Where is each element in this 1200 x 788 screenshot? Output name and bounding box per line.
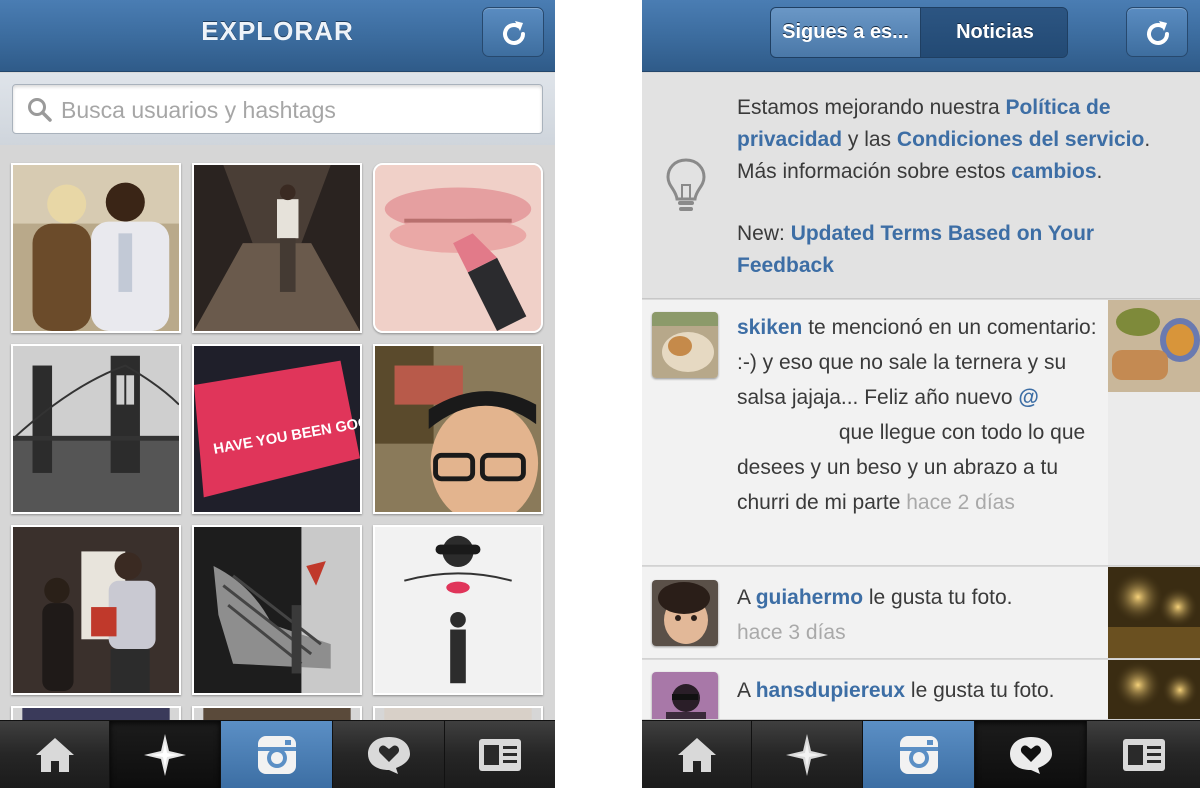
explore-star-icon (144, 734, 186, 776)
tab-explore[interactable] (110, 721, 221, 788)
post-thumbnail[interactable] (1108, 660, 1200, 719)
page-title: EXPLORAR (201, 16, 354, 46)
tab-home[interactable] (642, 721, 752, 788)
notice-new-terms: New: Updated Terms Based on Your Feedbac… (737, 218, 1182, 282)
username-link[interactable]: hansdupiereux (756, 679, 905, 702)
photo-high-heel[interactable] (192, 525, 362, 695)
news-segmented-control: Sigues a es... Noticias (770, 7, 1068, 58)
tab-explore[interactable] (752, 721, 863, 788)
profile-card-icon (479, 739, 521, 771)
news-header: Sigues a es... Noticias (642, 0, 1200, 72)
notice-text-part: . (1096, 160, 1103, 183)
avatar[interactable] (652, 312, 718, 378)
tab-news[interactable] (333, 721, 445, 788)
username-link[interactable]: skiken (737, 316, 802, 339)
list-item[interactable]: A guiahermo le gusta tu foto. hace 3 días (642, 567, 1200, 659)
notification-prefix: A (737, 679, 756, 702)
post-thumbnail[interactable] (1108, 567, 1200, 658)
news-screen: Sigues a es... Noticias Estamos mejorand… (642, 0, 1200, 788)
updated-terms-link[interactable]: Updated Terms Based on Your Feedback (737, 222, 1094, 277)
tab-camera[interactable] (863, 721, 975, 788)
news-heart-bubble-icon (367, 737, 410, 774)
profile-card-icon (1122, 739, 1165, 771)
photo-card[interactable]: HAVE YOU BEEN GOOD THIS YEAR? (192, 344, 362, 514)
timestamp: hace 3 días (737, 621, 846, 644)
search-placeholder: Busca usuarios y hashtags (61, 97, 336, 123)
changes-link[interactable]: cambios (1011, 160, 1096, 183)
notification-body: le gusta tu foto. (905, 679, 1055, 702)
photo-lips-lipstick[interactable] (373, 163, 543, 333)
tab-bar (0, 720, 555, 788)
avatar[interactable] (652, 580, 718, 646)
explore-photo-grid: HAVE YOU BEEN GOOD THIS YEAR? (0, 145, 555, 736)
photo-brooklyn-bridge[interactable] (11, 344, 181, 514)
notice-text-part: Estamos mejorando nuestra (737, 96, 1006, 119)
photo-corridor[interactable] (192, 163, 362, 333)
explore-screen: EXPLORAR Busca usuarios y hashtags (0, 0, 555, 788)
lightbulb-icon (666, 158, 706, 211)
tab-bar (642, 720, 1200, 788)
timestamp: hace 2 días (906, 491, 1015, 514)
terms-of-service-link[interactable]: Condiciones del servicio (897, 128, 1144, 151)
notice-new-prefix: New: (737, 222, 791, 245)
tab-news-you[interactable]: Noticias (921, 8, 1067, 57)
refresh-icon (1147, 21, 1169, 45)
list-item[interactable]: A hansdupiereux le gusta tu foto. (642, 660, 1200, 720)
explore-header: EXPLORAR (0, 0, 555, 72)
notice-text-part: y las (842, 128, 897, 151)
camera-icon (257, 736, 296, 774)
home-icon (677, 738, 716, 772)
notification-text: skiken te mencionó en un comentario: :-)… (737, 310, 1097, 520)
tab-profile[interactable] (1087, 721, 1200, 788)
notification-prefix: A (737, 586, 756, 609)
list-item[interactable]: skiken te mencionó en un comentario: :-)… (642, 300, 1200, 566)
photo-mirror-selfie[interactable] (11, 525, 181, 695)
tab-camera[interactable] (221, 721, 333, 788)
search-icon (28, 98, 52, 122)
notice-text: Estamos mejorando nuestra Política de pr… (737, 92, 1182, 188)
photo-couple[interactable] (11, 163, 181, 333)
notification-text: A guiahermo le gusta tu foto. hace 3 días (737, 580, 1097, 650)
search-bar: Busca usuarios y hashtags (0, 73, 555, 145)
post-thumbnail[interactable] (1108, 300, 1200, 392)
avatar[interactable] (652, 672, 718, 719)
photo-fashion-sketch[interactable] (373, 525, 543, 695)
camera-icon (899, 736, 938, 774)
username-link[interactable]: guiahermo (756, 586, 863, 609)
notification-text: A hansdupiereux le gusta tu foto. (737, 673, 1097, 708)
privacy-notice: Estamos mejorando nuestra Política de pr… (642, 73, 1200, 299)
thumbnail-column (1108, 392, 1200, 565)
tab-news[interactable] (975, 721, 1087, 788)
mention-link[interactable]: @ (1018, 386, 1038, 409)
news-heart-bubble-icon (1009, 737, 1052, 774)
home-icon (35, 738, 74, 772)
refresh-button[interactable] (482, 7, 544, 57)
notification-body: le gusta tu foto. (863, 586, 1013, 609)
tab-profile[interactable] (445, 721, 555, 788)
explore-star-icon (786, 734, 828, 776)
photo-selfie-glasses[interactable] (373, 344, 543, 514)
refresh-icon (503, 21, 525, 45)
search-input[interactable]: Busca usuarios y hashtags (12, 84, 543, 134)
tab-following[interactable]: Sigues a es... (771, 8, 921, 57)
tab-home[interactable] (0, 721, 110, 788)
refresh-button[interactable] (1126, 7, 1188, 57)
